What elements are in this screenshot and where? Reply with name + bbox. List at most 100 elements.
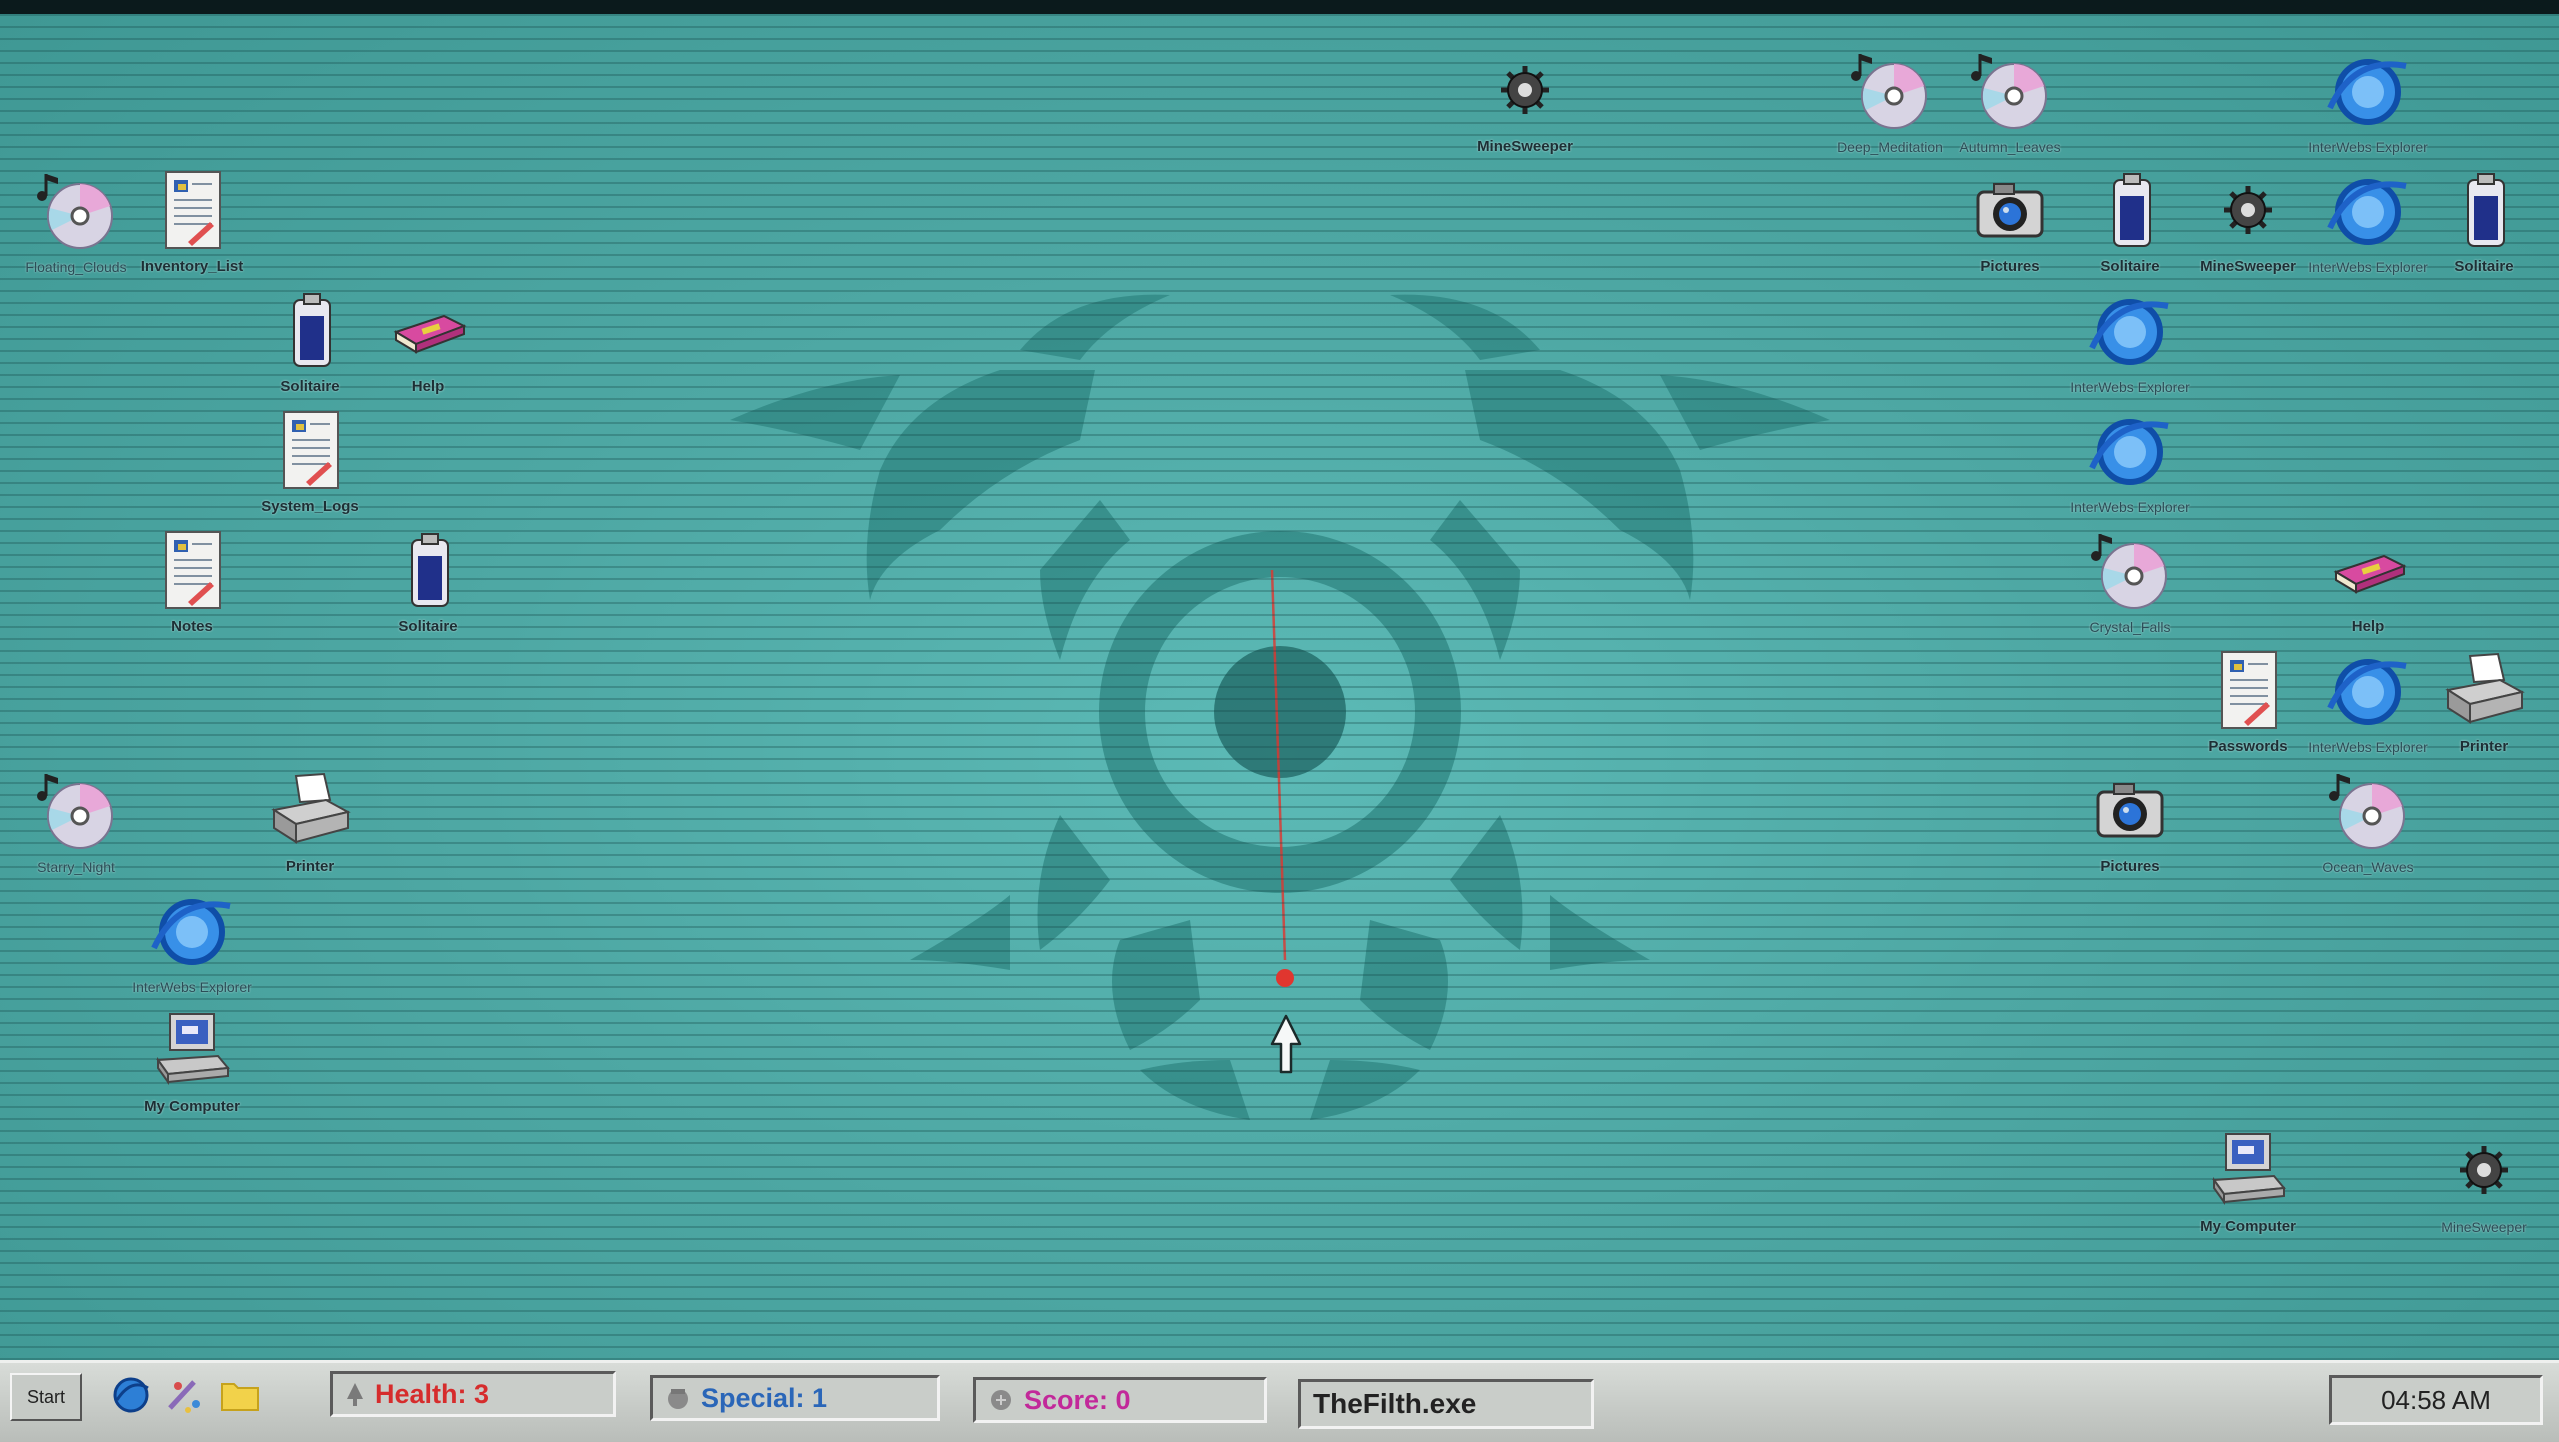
desktop-icon-browser-5[interactable]: InterWebs Explorer (2070, 406, 2190, 515)
desktop-icon-ocean-waves[interactable]: Ocean_Waves (2308, 766, 2428, 875)
special-label: Special: 1 (701, 1382, 828, 1413)
desktop-icon-minesweeper-3[interactable]: MineSweeper (2424, 1126, 2544, 1235)
enemy-bullet (1276, 969, 1294, 987)
desktop-icon-printer-1[interactable]: Printer (250, 766, 370, 875)
start-button[interactable]: Start (10, 1373, 82, 1421)
health-label: Health: 3 (375, 1378, 490, 1409)
desktop-icon-label: Pictures (2100, 858, 2160, 875)
desktop-icon-label: Floating_Clouds (25, 259, 127, 275)
music-cd-icon (32, 166, 120, 259)
desktop-icon-label: MineSweeper (2200, 258, 2296, 275)
desktop-icon-floating-clouds[interactable]: Floating_Clouds (16, 166, 136, 275)
music-cd-icon (32, 766, 120, 859)
desktop-icon-label: Printer (285, 858, 335, 875)
desktop-icon-label: Inventory_List (140, 258, 244, 275)
music-cd-icon (2086, 526, 2174, 619)
desktop-icon-my-computer-1[interactable]: My Computer (132, 1006, 252, 1115)
desktop-icon-solitaire-2[interactable]: Solitaire (368, 526, 488, 635)
camera-icon (2086, 766, 2174, 859)
desktop-icon-label: Ocean_Waves (2322, 859, 2414, 875)
desktop-icon-label: Solitaire (2454, 258, 2514, 275)
desktop-icon-pictures-1[interactable]: Pictures (1950, 166, 2070, 275)
desktop-icon-label: Solitaire (398, 618, 458, 635)
document-icon (148, 526, 236, 619)
desktop-icon-browser-4[interactable]: InterWebs Explorer (2070, 286, 2190, 395)
desktop-icon-label: System_Logs (261, 498, 359, 515)
desktop-icon-label: InterWebs Explorer (132, 979, 252, 995)
mine-icon (2204, 166, 2292, 259)
desktop-icon-solitaire-1[interactable]: Solitaire (250, 286, 370, 395)
desktop-icon-minesweeper-2[interactable]: MineSweeper (2188, 166, 2308, 275)
browser-icon (2086, 286, 2174, 379)
desktop-icon-label: Pictures (1980, 258, 2040, 275)
solitaire-icon (2086, 166, 2174, 259)
desktop-icon-label: Passwords (2208, 738, 2288, 755)
desktop-icon-label: Starry_Night (37, 859, 115, 875)
browser-icon (2324, 46, 2412, 139)
desktop-icon-label: InterWebs Explorer (2308, 739, 2428, 755)
solitaire-icon (2440, 166, 2528, 259)
start-button-label: Start (26, 1386, 65, 1407)
browser-icon (2324, 646, 2412, 739)
printer-icon (266, 766, 354, 859)
desktop-icon-pictures-2[interactable]: Pictures (2070, 766, 2190, 875)
desktop-icon-help-1[interactable]: Help (368, 286, 488, 395)
desktop-background: Floating_Clouds Inventory_List Solitaire He… (0, 14, 2559, 1360)
desktop-icon-label: Help (411, 378, 445, 395)
music-cd-icon (1966, 46, 2054, 139)
computer-icon (148, 1006, 236, 1099)
folder-icon[interactable] (218, 1374, 262, 1416)
score-label: Score: 0 (1024, 1384, 1131, 1415)
desktop-icon-help-2[interactable]: Help (2308, 526, 2428, 635)
browser-icon[interactable] (110, 1374, 152, 1416)
desktop-icon-label: Solitaire (2100, 258, 2160, 275)
printer-icon (2440, 646, 2528, 739)
desktop-icon-my-computer-2[interactable]: My Computer (2188, 1126, 2308, 1235)
desktop-icon-system-logs[interactable]: System_Logs (250, 406, 370, 515)
desktop-icon-solitaire-3[interactable]: Solitaire (2070, 166, 2190, 275)
camera-icon (1966, 166, 2054, 259)
document-icon (148, 166, 236, 259)
desktop-icon-browser-2[interactable]: InterWebs Explorer (2308, 46, 2428, 155)
health-field: Health: 3 (330, 1371, 616, 1417)
desktop-icon-minesweeper-1[interactable]: MineSweeper (1465, 46, 1585, 155)
active-program-button[interactable]: TheFilth.exe (1298, 1379, 1594, 1429)
clock-label: 04:58 AM (2381, 1384, 2491, 1415)
desktop-icon-label: InterWebs Explorer (2070, 379, 2190, 395)
desktop-icon-deep-meditation[interactable]: Deep_Meditation (1830, 46, 1950, 155)
desktop-icon-solitaire-4[interactable]: Solitaire (2424, 166, 2544, 275)
special-icon (668, 1389, 688, 1409)
desktop-icon-label: InterWebs Explorer (2308, 139, 2428, 155)
desktop-icon-printer-2[interactable]: Printer (2424, 646, 2544, 755)
desktop-icon-starry-night[interactable]: Starry_Night (16, 766, 136, 875)
desktop-icon-label: My Computer (2200, 1218, 2296, 1235)
solitaire-icon (266, 286, 354, 379)
quick-launch (110, 1373, 262, 1417)
desktop-icon-label: Autumn_Leaves (1959, 139, 2061, 155)
desktop-icon-label: Help (2351, 618, 2385, 635)
special-field: Special: 1 (650, 1375, 940, 1421)
health-icon (347, 1383, 363, 1406)
system-clock: 04:58 AM (2329, 1375, 2543, 1425)
desktop-icon-notes[interactable]: Notes (132, 526, 252, 635)
browser-icon (2086, 406, 2174, 499)
desktop-icon-label: Printer (2459, 738, 2509, 755)
desktop-icon-browser-3[interactable]: InterWebs Explorer (2308, 166, 2428, 275)
mine-icon (2440, 1126, 2528, 1219)
desktop-icon-label: MineSweeper (1477, 138, 1573, 155)
document-icon (2204, 646, 2292, 739)
desktop-icon-inventory-list[interactable]: Inventory_List (132, 166, 252, 275)
desktop-icon-label: My Computer (144, 1098, 240, 1115)
solitaire-icon (384, 526, 472, 619)
desktop-icon-browser-6[interactable]: InterWebs Explorer (2308, 646, 2428, 755)
desktop-icon-label: MineSweeper (2441, 1219, 2527, 1235)
desktop-icon-autumn-leaves[interactable]: Autumn_Leaves (1950, 46, 2070, 155)
active-program-label: TheFilth.exe (1313, 1388, 1477, 1419)
computer-icon (2204, 1126, 2292, 1219)
desktop-icon-passwords[interactable]: Passwords (2188, 646, 2308, 755)
desktop-icon-browser-1[interactable]: InterWebs Explorer (132, 886, 252, 995)
paint-icon[interactable] (164, 1374, 206, 1416)
desktop-icon-label: Deep_Meditation (1837, 139, 1943, 155)
desktop-icon-crystal-falls[interactable]: Crystal_Falls (2070, 526, 2190, 635)
score-icon (991, 1390, 1011, 1410)
